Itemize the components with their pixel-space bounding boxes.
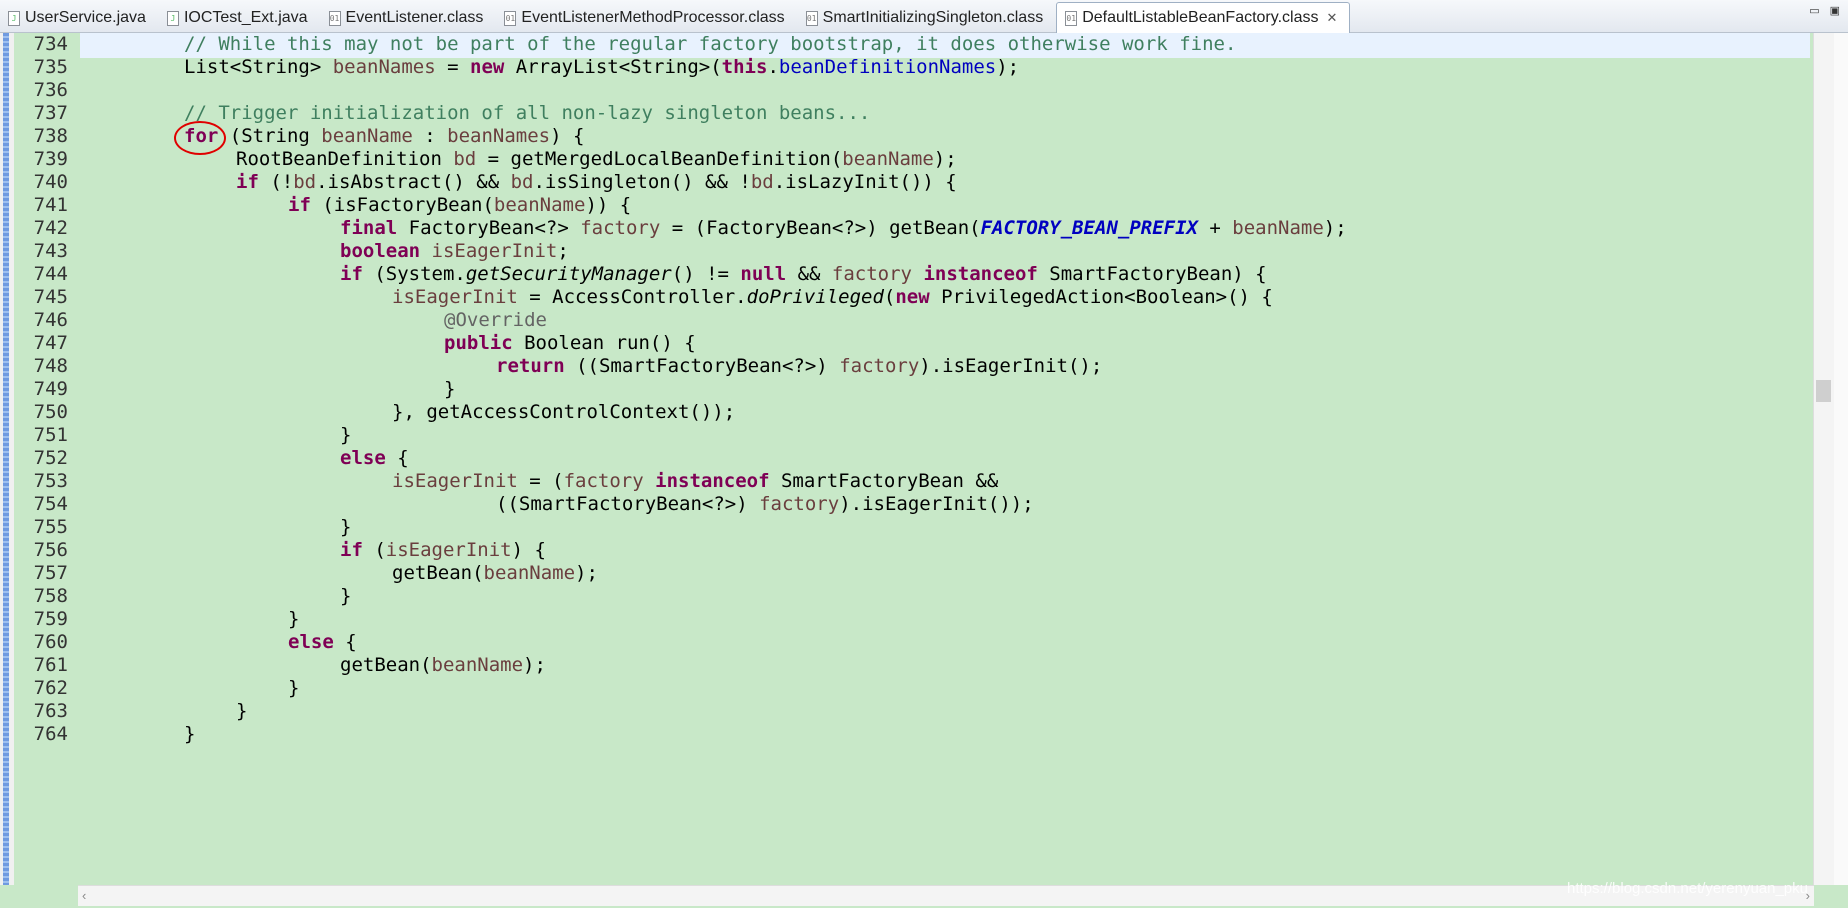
tab-label: DefaultListableBeanFactory.class (1082, 9, 1319, 26)
code-line-748: return ((SmartFactoryBean<?>) factory).i… (496, 355, 1103, 377)
code-line-763: } (236, 700, 248, 722)
class-file-icon: 01 (1065, 10, 1078, 26)
tab-label: EventListenerMethodProcessor.class (521, 9, 785, 26)
overview-ruler (1834, 33, 1848, 885)
maximize-icon[interactable]: ▣ (1830, 4, 1840, 17)
close-icon[interactable]: ✕ (1326, 10, 1337, 26)
scrollbar-thumb[interactable] (1816, 380, 1831, 402)
tab-defaultlistablebeanfactory[interactable]: 01 DefaultListableBeanFactory.class ✕ (1056, 2, 1351, 33)
watermark: https://blog.csdn.net/yerenyuan_pku (1567, 880, 1808, 897)
scroll-left-icon[interactable]: ‹ (82, 888, 86, 903)
tab-eventlistener[interactable]: 01 EventListener.class (321, 4, 497, 32)
code-line-758: } (340, 585, 352, 607)
red-annotation-circle (174, 121, 226, 155)
line-number-gutter: 734 735 736 737 738 739 740 741 742 743 … (14, 33, 78, 885)
tab-smartinitializingsingleton[interactable]: 01 SmartInitializingSingleton.class (798, 4, 1057, 32)
editor-tab-bar: J UserService.java J IOCTest_Ext.java 01… (0, 0, 1848, 33)
horizontal-scrollbar[interactable]: ‹ › (78, 885, 1814, 906)
minimize-icon[interactable]: ▭ (1809, 4, 1819, 17)
tab-userservice[interactable]: J UserService.java (0, 4, 159, 32)
tab-eventlistenermethodprocessor[interactable]: 01 EventListenerMethodProcessor.class (496, 4, 797, 32)
code-editor[interactable]: 734 735 736 737 738 739 740 741 742 743 … (0, 33, 1848, 885)
class-file-icon: 01 (805, 10, 818, 26)
tab-ioctest-ext[interactable]: J IOCTest_Ext.java (159, 4, 321, 32)
code-area[interactable]: // While this may not be part of the reg… (80, 33, 1810, 885)
vertical-scrollbar[interactable] (1813, 33, 1834, 885)
class-file-icon: 01 (504, 10, 517, 26)
code-line-761: getBean(beanName); (340, 654, 546, 676)
code-line-762: } (288, 677, 300, 699)
window-controls: ▭ ▣ (1809, 4, 1840, 17)
tab-label: IOCTest_Ext.java (183, 9, 308, 26)
code-line-764: } (184, 723, 196, 745)
code-line-750: }, getAccessControlContext()); (392, 401, 736, 423)
code-line-754: ((SmartFactoryBean<?>) factory).isEagerI… (496, 493, 1034, 515)
code-line-735: List<String> beanNames = new ArrayList<S… (184, 56, 1020, 78)
tab-label: SmartInitializingSingleton.class (822, 9, 1044, 26)
java-file-icon: J (8, 10, 20, 26)
java-file-icon: J (166, 10, 179, 26)
line-number: 764 (33, 723, 68, 745)
tab-label: UserService.java (25, 9, 146, 26)
tab-label: EventListener.class (345, 9, 484, 26)
class-file-icon: 01 (328, 10, 341, 26)
code-line-757: getBean(beanName); (392, 562, 598, 584)
